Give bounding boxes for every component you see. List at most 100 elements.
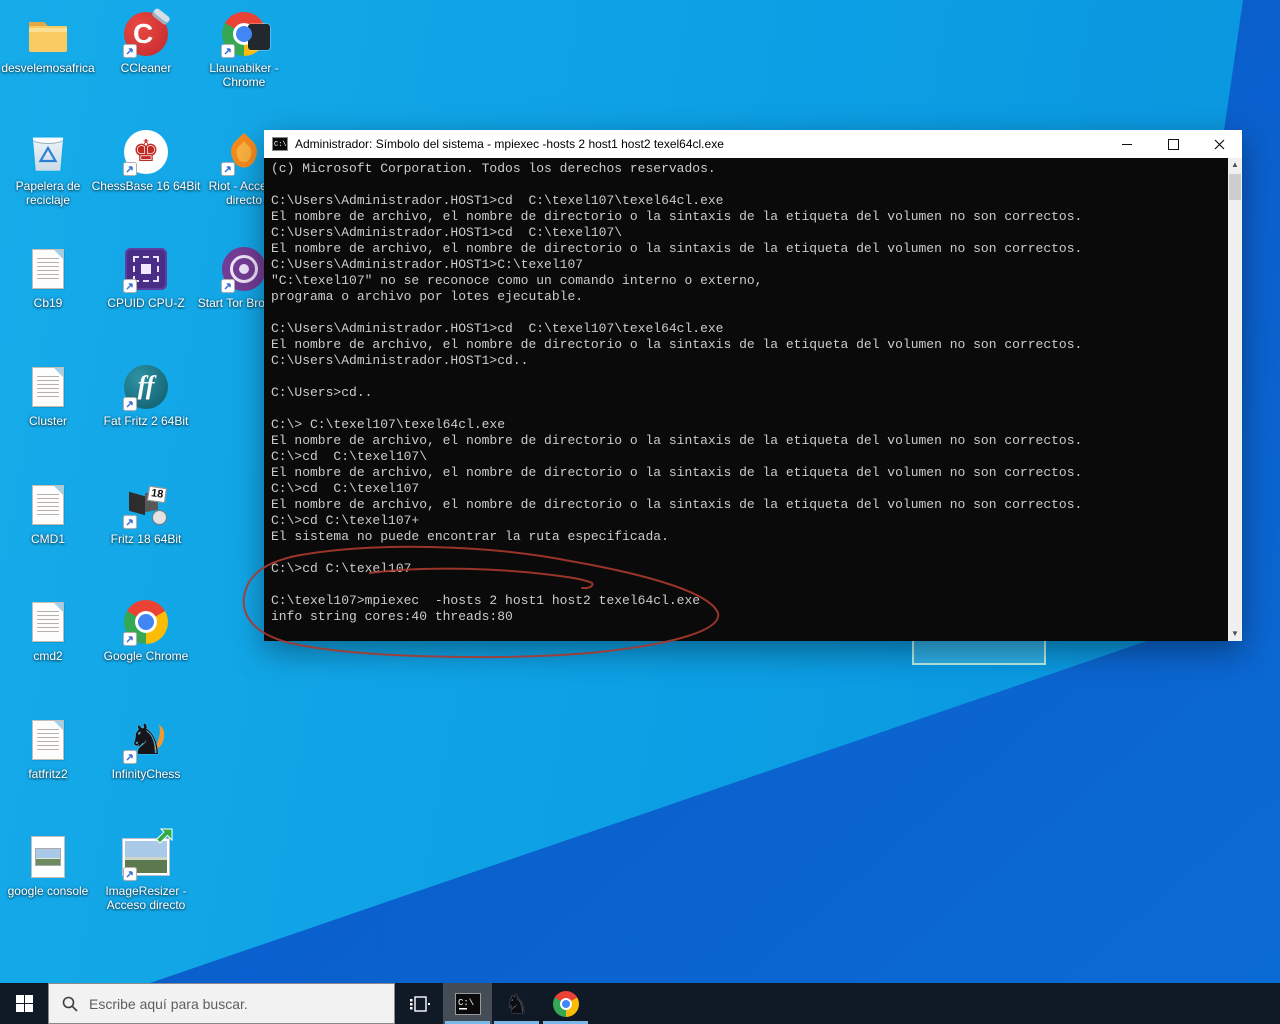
shortcut-arrow-icon: [221, 162, 235, 176]
taskbar-command-prompt-button[interactable]: C:\: [443, 983, 492, 1024]
scrollbar-thumb[interactable]: [1229, 174, 1241, 200]
wallpaper-accent-rectangle: [913, 640, 1045, 664]
shortcut-arrow-icon: [123, 515, 137, 529]
minimize-icon: [1122, 144, 1132, 145]
icon-label: CMD1: [0, 532, 103, 546]
scroll-up-arrow-icon[interactable]: ▲: [1228, 158, 1242, 172]
icon-image: [24, 363, 72, 411]
svg-text:C:\: C:\: [274, 141, 287, 149]
folder-icon: [24, 12, 72, 56]
icon-label: ImageResizer - Acceso directo: [91, 884, 201, 912]
icon-image: [24, 481, 72, 529]
icon-image: [24, 598, 72, 646]
desktop-icon-fritz-18-64bit[interactable]: 18Fritz 18 64Bit: [91, 481, 201, 546]
icon-image: [122, 833, 170, 881]
icon-label: cmd2: [0, 649, 103, 663]
icon-image: [122, 245, 170, 293]
icon-label: ChessBase 16 64Bit: [91, 179, 201, 193]
shortcut-arrow-icon: [123, 750, 137, 764]
window-controls: [1104, 130, 1242, 158]
shortcut-arrow-icon: [123, 867, 137, 881]
shortcut-arrow-icon: [123, 279, 137, 293]
desktop-icon-cmd2[interactable]: cmd2: [0, 598, 103, 663]
windows-logo-icon: [16, 995, 33, 1012]
icon-label: CPUID CPU-Z: [91, 296, 201, 310]
desktop-icon-chessbase-16-64bit[interactable]: ♚ ChessBase 16 64Bit: [91, 128, 201, 193]
document-icon: [32, 485, 64, 525]
svg-text:C:\: C:\: [458, 998, 474, 1008]
desktop-icon-fatfritz2[interactable]: fatfritz2: [0, 716, 103, 781]
document-icon: [32, 249, 64, 289]
icon-label: desvelemosafrica: [0, 61, 103, 75]
icon-image: [24, 128, 72, 176]
desktop-icon-imageresizer[interactable]: ImageResizer - Acceso directo: [91, 833, 201, 912]
icon-image: [220, 128, 268, 176]
chrome-icon: [553, 991, 579, 1017]
desktop-icon-ccleaner[interactable]: CCCleaner: [91, 10, 201, 75]
icon-image: ♚: [122, 128, 170, 176]
desktop-icon-google-console[interactable]: google console: [0, 833, 103, 898]
icon-label: google console: [0, 884, 103, 898]
icon-image: [24, 716, 72, 764]
document-icon: [32, 720, 64, 760]
shortcut-arrow-icon: [221, 44, 235, 58]
profile-photo-overlay: [248, 24, 270, 50]
green-resize-arrow-icon: [152, 827, 174, 849]
desktop-icon-cluster[interactable]: Cluster: [0, 363, 103, 428]
maximize-icon: [1168, 139, 1179, 150]
console-output-area[interactable]: (c) Microsoft Corporation. Todos los der…: [264, 158, 1242, 641]
icon-image: [122, 598, 170, 646]
shortcut-arrow-icon: [123, 162, 137, 176]
desktop-icon-desvelemosafrica[interactable]: desvelemosafrica: [0, 10, 103, 75]
image-file-icon: [31, 836, 65, 878]
desktop-icon-google-chrome[interactable]: Google Chrome: [91, 598, 201, 663]
desktop-icon-papelera-de-reciclaje[interactable]: Papelera de reciclaje: [0, 128, 103, 207]
icon-image: ff: [122, 363, 170, 411]
start-button[interactable]: [0, 983, 48, 1024]
taskbar-chrome-button[interactable]: [541, 983, 590, 1024]
taskbar: Escribe aquí para buscar. C:\ ♞: [0, 983, 1280, 1024]
document-icon: [32, 602, 64, 642]
close-button[interactable]: [1196, 130, 1242, 158]
chess-knight-icon: ♞: [505, 990, 528, 1018]
icon-label: Fat Fritz 2 64Bit: [91, 414, 201, 428]
icon-label: Google Chrome: [91, 649, 201, 663]
icon-image: [24, 245, 72, 293]
command-prompt-icon: C:\: [455, 993, 481, 1015]
icon-image: ♞: [122, 716, 170, 764]
search-input[interactable]: Escribe aquí para buscar.: [48, 983, 395, 1024]
cmd-window-icon: C:\: [272, 137, 288, 151]
icon-label: Papelera de reciclaje: [0, 179, 103, 207]
icon-image: [24, 10, 72, 58]
icon-label: Llaunabiker - Chrome: [189, 61, 299, 89]
console-scrollbar[interactable]: ▲ ▼: [1228, 158, 1242, 641]
icon-image: 18: [122, 481, 170, 529]
maximize-button[interactable]: [1150, 130, 1196, 158]
scroll-down-arrow-icon[interactable]: ▼: [1228, 627, 1242, 641]
desktop-icon-cmd1[interactable]: CMD1: [0, 481, 103, 546]
close-icon: [1214, 139, 1225, 150]
shortcut-arrow-icon: [123, 632, 137, 646]
taskbar-infinitychess-button[interactable]: ♞: [492, 983, 541, 1024]
icon-image: [24, 833, 72, 881]
desktop-icon-llaunabiker-chrome[interactable]: Llaunabiker - Chrome: [189, 10, 299, 89]
minimize-button[interactable]: [1104, 130, 1150, 158]
shortcut-arrow-icon: [123, 44, 137, 58]
document-icon: [32, 367, 64, 407]
desktop-icon-infinitychess[interactable]: ♞InfinityChess: [91, 716, 201, 781]
cmd-window-titlebar[interactable]: C:\ Administrador: Símbolo del sistema -…: [264, 130, 1242, 158]
shortcut-arrow-icon: [123, 397, 137, 411]
desktop-icon-fat-fritz-2-64bit[interactable]: ff Fat Fritz 2 64Bit: [91, 363, 201, 428]
icon-label: Cluster: [0, 414, 103, 428]
icon-image: [220, 245, 268, 293]
desktop-icon-cb19[interactable]: Cb19: [0, 245, 103, 310]
search-icon: [61, 995, 79, 1013]
task-view-button[interactable]: [398, 983, 442, 1024]
shortcut-arrow-icon: [221, 279, 235, 293]
cmd-window: C:\ Administrador: Símbolo del sistema -…: [264, 130, 1242, 641]
console-text: (c) Microsoft Corporation. Todos los der…: [264, 158, 1242, 625]
search-placeholder: Escribe aquí para buscar.: [89, 996, 248, 1012]
icon-image: [220, 10, 268, 58]
recycle-bin-icon: [30, 132, 66, 172]
desktop-icon-cpuid-cpu-z[interactable]: CPUID CPU-Z: [91, 245, 201, 310]
